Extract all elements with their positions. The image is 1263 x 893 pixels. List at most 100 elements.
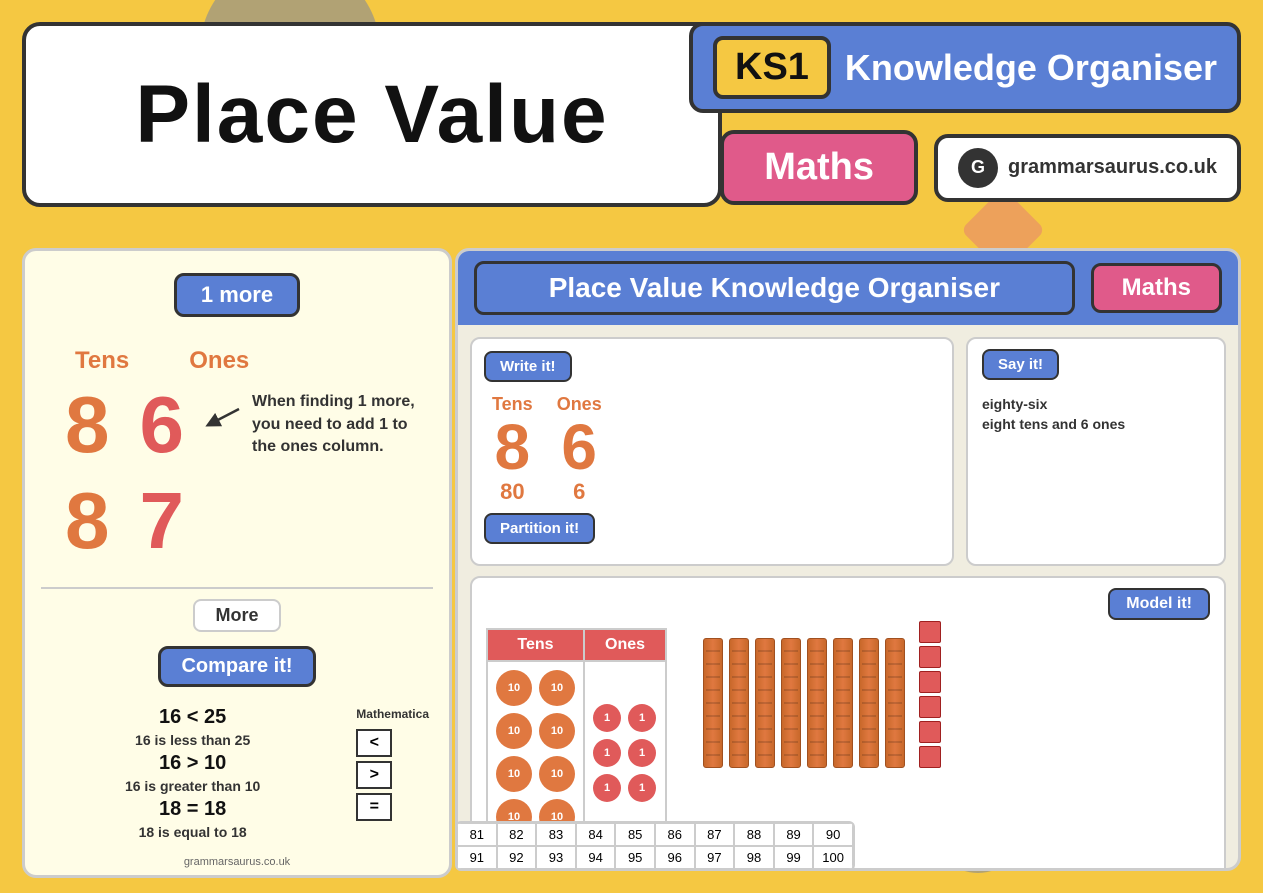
model-it-btn[interactable]: Model it! [1108, 588, 1210, 620]
compare-line-1: 16 < 25 [45, 706, 340, 729]
result-tens-digit: 8 [65, 475, 110, 567]
grid-cell: 89 [774, 823, 814, 846]
write-area: Write it! Tens 8 80 Ones 6 6 [470, 337, 954, 566]
grid-cell: 87 [695, 823, 735, 846]
ones-label-left: Ones [189, 347, 249, 375]
grid-cell: 100 [813, 846, 853, 869]
compare-line-3: 18 = 18 [45, 798, 340, 821]
one-more-note: When finding 1 more, you need to add 1 t… [252, 391, 429, 458]
left-card: 1 more Tens Ones 8 6 [22, 248, 452, 878]
one-circle: 1 [628, 774, 656, 802]
say-it-line2: eight tens and 6 ones [982, 416, 1210, 432]
tens-col-sub: 80 [500, 479, 524, 505]
grid-cell: 93 [536, 846, 576, 869]
dienes-rod [859, 638, 879, 768]
dienes-cube [919, 721, 941, 743]
ten-circle: 10 [496, 670, 532, 706]
grammarsaurus-badge: G grammarsaurus.co.uk [934, 134, 1241, 202]
one-circle: 1 [628, 739, 656, 767]
knowledge-organiser-label: Knowledge Organiser [845, 47, 1217, 89]
grid-row-81-90: 81 82 83 84 85 86 87 88 89 90 [457, 823, 853, 846]
partition-it-btn[interactable]: Partition it! [484, 513, 595, 544]
dienes-rod [703, 638, 723, 768]
dienes-cube [919, 696, 941, 718]
result-ones-digit: 7 [140, 475, 185, 567]
main-card: Place Value Knowledge Organiser Maths Wr… [455, 248, 1241, 871]
dienes-rod [885, 638, 905, 768]
ten-circle: 10 [539, 670, 575, 706]
one-circle: 1 [628, 704, 656, 732]
dienes-rod [729, 638, 749, 768]
grid-cell: 94 [576, 846, 616, 869]
compare-line-2: 16 > 10 [45, 752, 340, 775]
grid-cell: 82 [497, 823, 537, 846]
title-box: Place Value [22, 22, 722, 207]
ten-circle: 10 [539, 713, 575, 749]
arrow-icon [204, 401, 244, 431]
grid-cell: 85 [615, 823, 655, 846]
grammarsaurus-footer-left: grammarsaurus.co.uk [25, 856, 449, 868]
grid-cell: 86 [655, 823, 695, 846]
tens-col-digit: 8 [495, 415, 531, 479]
main-card-title: Place Value Knowledge Organiser [474, 261, 1075, 315]
page-title: Place Value [135, 68, 608, 162]
more-badge: More [193, 599, 280, 632]
symbol-eq: = [356, 793, 392, 821]
ks1-badge: KS1 [713, 36, 831, 99]
compare-it-header: Compare it! [158, 646, 315, 687]
one-circle: 1 [593, 774, 621, 802]
dienes-cube [919, 746, 941, 768]
grid-cell: 95 [615, 846, 655, 869]
grammarsaurus-icon: G [958, 148, 998, 188]
symbol-gt: > [356, 761, 392, 789]
write-partition-row: Write it! Tens 8 80 Ones 6 6 [458, 325, 1238, 566]
page: Place Value KS1 Knowledge Organiser Math… [0, 0, 1263, 893]
one-circle: 1 [593, 739, 621, 767]
math-label: Mathematica [356, 707, 429, 721]
one-more-section: Tens Ones 8 6 [25, 329, 449, 577]
grid-cell: 98 [734, 846, 774, 869]
compare-it-section: Compare it! 16 < 25 16 is less than 25 1… [25, 638, 449, 852]
table-ones-header: Ones [584, 629, 666, 661]
grid-cell: 83 [536, 823, 576, 846]
table-ones-circles: 1 1 1 1 1 1 [584, 661, 666, 844]
table-tens-header: Tens [487, 629, 584, 661]
compare-desc-2: 16 is greater than 10 [45, 778, 340, 794]
maths-row: Maths G grammarsaurus.co.uk [720, 130, 1241, 205]
grid-cell: 97 [695, 846, 735, 869]
one-circle: 1 [593, 704, 621, 732]
arrow-note: When finding 1 more, you need to add 1 t… [204, 391, 429, 458]
say-area: Say it! eighty-six eight tens and 6 ones [966, 337, 1226, 566]
dienes-cube [919, 646, 941, 668]
number-grid: 81 82 83 84 85 86 87 88 89 90 91 92 93 9… [455, 821, 855, 871]
symbol-row-lt: < [356, 729, 429, 757]
say-it-btn[interactable]: Say it! [982, 349, 1059, 380]
original-ones-digit: 6 [140, 379, 185, 471]
compare-desc-1: 16 is less than 25 [45, 732, 340, 748]
grid-row-91-100: 91 92 93 94 95 96 97 98 99 100 [457, 846, 853, 869]
ks1-banner: KS1 Knowledge Organiser [689, 22, 1241, 113]
compare-desc-3: 18 is equal to 18 [45, 824, 340, 840]
dienes-rod [807, 638, 827, 768]
dienes-rod [781, 638, 801, 768]
tens-label-left: Tens [75, 347, 129, 375]
dienes-cube [919, 621, 941, 643]
ones-col-digit: 6 [561, 415, 597, 479]
one-more-header: 1 more [174, 273, 300, 317]
main-card-inner: Write it! Tens 8 80 Ones 6 6 [458, 325, 1238, 871]
card-divider [41, 587, 433, 589]
grid-cell: 96 [655, 846, 695, 869]
ten-circle: 10 [496, 756, 532, 792]
original-tens-digit: 8 [65, 379, 110, 471]
dienes-cubes [919, 621, 941, 768]
grid-cell: 91 [457, 846, 497, 869]
main-maths-badge: Maths [1091, 263, 1222, 313]
tens-ones-display: Tens 8 80 Ones 6 6 [484, 394, 602, 505]
ones-col-sub: 6 [573, 479, 585, 505]
grid-cell: 84 [576, 823, 616, 846]
maths-badge: Maths [720, 130, 918, 205]
grid-cell: 90 [813, 823, 853, 846]
symbol-lt: < [356, 729, 392, 757]
write-it-btn[interactable]: Write it! [484, 351, 572, 382]
grid-cell: 81 [457, 823, 497, 846]
